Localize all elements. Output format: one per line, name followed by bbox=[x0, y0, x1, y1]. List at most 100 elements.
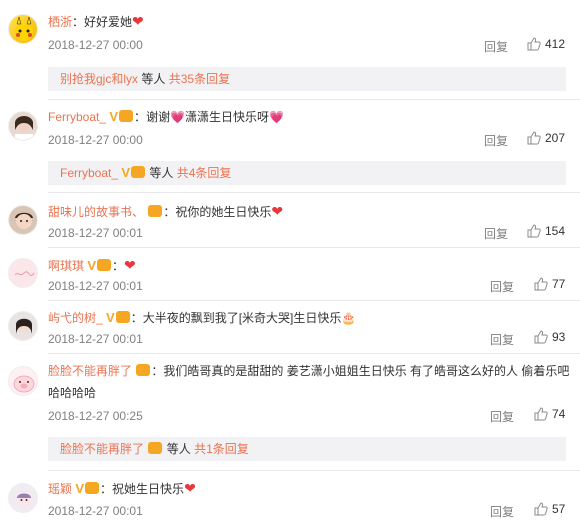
like-count: 207 bbox=[545, 131, 566, 145]
divider bbox=[48, 300, 580, 301]
separator: ： bbox=[130, 311, 143, 325]
reply-button[interactable]: 回复 bbox=[484, 132, 508, 149]
avatar[interactable] bbox=[8, 366, 38, 396]
comment-time: 2018-12-27 00:01 bbox=[48, 332, 143, 346]
thumbs-up-icon bbox=[534, 277, 548, 291]
like-button[interactable]: 57 bbox=[534, 502, 565, 516]
verified-icon: V bbox=[87, 258, 97, 273]
others-label: 等人 bbox=[166, 442, 191, 456]
commenter-name[interactable]: 脸脸不能再胖了 bbox=[48, 364, 132, 378]
pink-heart-icon: 💗 bbox=[170, 110, 186, 124]
comment-time: 2018-12-27 00:00 bbox=[48, 38, 143, 52]
commenter-name[interactable]: 栖浙 bbox=[48, 15, 72, 29]
verified-icon: V bbox=[109, 109, 119, 124]
child-avatar-icon bbox=[15, 212, 33, 229]
avatar[interactable] bbox=[8, 311, 38, 341]
others-label: 等人 bbox=[141, 72, 166, 86]
pink-heart-icon: 💗 bbox=[269, 110, 284, 124]
like-button[interactable]: 74 bbox=[534, 407, 565, 421]
avatar[interactable] bbox=[8, 483, 38, 513]
member-badge-icon bbox=[97, 259, 112, 271]
heart-icon: ❤ bbox=[124, 257, 136, 273]
separator: ： bbox=[112, 259, 125, 273]
reply-count[interactable]: 共35条回复 bbox=[169, 72, 230, 86]
comment-text-part: 潇潇生日快乐呀 bbox=[185, 110, 270, 124]
comment-time: 2018-12-27 00:01 bbox=[48, 226, 143, 240]
commenter-name[interactable]: 甜味儿的故事书、 bbox=[48, 205, 144, 219]
avatar[interactable] bbox=[8, 258, 38, 288]
comment-time: 2018-12-27 00:25 bbox=[48, 409, 143, 423]
comment-text: 大半夜的飘到我了[米奇大哭]生日快乐 bbox=[142, 311, 342, 325]
separator: ： bbox=[151, 364, 164, 378]
separator: ： bbox=[72, 15, 85, 29]
replier-names[interactable]: 脸脸不能再胖了 bbox=[60, 442, 144, 456]
reply-button[interactable]: 回复 bbox=[490, 331, 514, 348]
avatar[interactable] bbox=[8, 14, 38, 44]
commenter-name[interactable]: 瑶颖 bbox=[48, 482, 72, 496]
heart-icon: ❤ bbox=[271, 203, 284, 219]
reply-button[interactable]: 回复 bbox=[490, 278, 514, 295]
reply-button[interactable]: 回复 bbox=[490, 503, 514, 520]
reply-count[interactable]: 共4条回复 bbox=[177, 166, 232, 180]
reply-count[interactable]: 共1条回复 bbox=[194, 442, 249, 456]
verified-icon: V bbox=[106, 310, 115, 325]
reply-button[interactable]: 回复 bbox=[484, 225, 508, 242]
like-count: 412 bbox=[545, 37, 566, 51]
like-button[interactable]: 93 bbox=[534, 330, 565, 344]
cartoon-avatar-icon bbox=[17, 493, 31, 507]
divider bbox=[48, 247, 580, 248]
separator: ： bbox=[100, 482, 113, 496]
reply-summary-bar[interactable]: 别抢我gjc和lyx 等人 共35条回复 bbox=[48, 67, 566, 91]
comment-time: 2018-12-27 00:00 bbox=[48, 133, 143, 147]
separator: ： bbox=[163, 205, 176, 219]
thumbs-up-icon bbox=[534, 330, 548, 344]
reply-button[interactable]: 回复 bbox=[484, 38, 508, 55]
separator: ： bbox=[134, 110, 147, 124]
commenter-name[interactable]: 啊琪琪 bbox=[48, 259, 84, 273]
like-button[interactable]: 412 bbox=[527, 37, 565, 51]
person-avatar-icon bbox=[16, 318, 32, 334]
comment-time: 2018-12-27 00:01 bbox=[48, 279, 143, 293]
comment-text: 祝她生日快乐 bbox=[112, 482, 185, 496]
comment-text: 谢谢 bbox=[146, 110, 171, 124]
cake-icon: 🎂 bbox=[341, 311, 357, 325]
verified-icon: V bbox=[121, 165, 131, 180]
like-count: 57 bbox=[552, 502, 566, 516]
member-badge-icon bbox=[119, 110, 134, 122]
replier-names[interactable]: 别抢我gjc和lyx bbox=[60, 72, 138, 86]
commenter-name[interactable]: Ferryboat_ bbox=[48, 110, 106, 124]
heart-icon: ❤ bbox=[184, 480, 196, 496]
divider bbox=[48, 470, 580, 471]
like-button[interactable]: 154 bbox=[527, 224, 565, 238]
member-badge-icon bbox=[136, 364, 151, 376]
like-count: 154 bbox=[545, 224, 566, 238]
divider bbox=[48, 192, 580, 193]
reply-summary-bar[interactable]: Ferryboat_ V 等人 共4条回复 bbox=[48, 161, 566, 185]
member-badge-icon bbox=[85, 482, 100, 494]
thumbs-up-icon bbox=[527, 37, 541, 51]
comment-text: 好好爱她 bbox=[84, 15, 133, 29]
like-button[interactable]: 207 bbox=[527, 131, 565, 145]
verified-icon: V bbox=[75, 481, 85, 496]
comment-text-continued: 哈哈哈哈 bbox=[48, 386, 97, 400]
divider bbox=[48, 353, 580, 354]
reply-button[interactable]: 回复 bbox=[490, 408, 514, 425]
like-count: 74 bbox=[552, 407, 566, 421]
others-label: 等人 bbox=[149, 166, 174, 180]
like-count: 93 bbox=[552, 330, 566, 344]
thumbs-up-icon bbox=[534, 502, 548, 516]
comment-time: 2018-12-27 00:01 bbox=[48, 504, 143, 518]
pig-avatar-icon bbox=[13, 375, 35, 393]
like-count: 77 bbox=[552, 277, 566, 291]
replier-names[interactable]: Ferryboat_ bbox=[60, 166, 118, 180]
avatar[interactable] bbox=[8, 205, 38, 235]
avatar[interactable] bbox=[8, 111, 38, 141]
pink-script-avatar-icon bbox=[14, 271, 35, 277]
comment-text: 祝你的她生日快乐 bbox=[175, 205, 272, 219]
like-button[interactable]: 77 bbox=[534, 277, 565, 291]
heart-icon: ❤ bbox=[132, 13, 144, 29]
commenter-name[interactable]: 屿弋的树_ bbox=[48, 311, 103, 325]
reply-summary-bar[interactable]: 脸脸不能再胖了 等人 共1条回复 bbox=[48, 437, 566, 461]
comment-text: 我们皓哥真的是甜甜的 姜艺潇小姐姐生日快乐 有了皓哥这么好的人 偷着乐吧 bbox=[163, 364, 570, 378]
thumbs-up-icon bbox=[527, 224, 541, 238]
